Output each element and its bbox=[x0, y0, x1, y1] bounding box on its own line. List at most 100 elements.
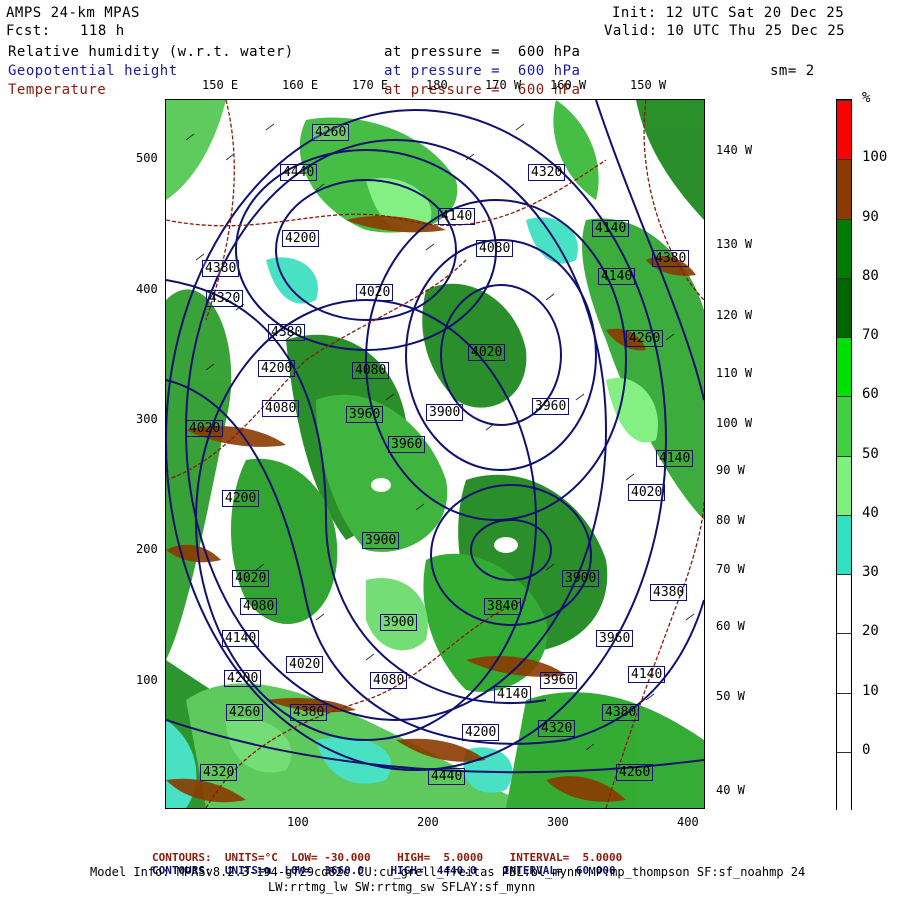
x-tick-label: 100 bbox=[287, 815, 309, 829]
contour-label: 4320 bbox=[206, 290, 244, 307]
colorbar-segment bbox=[837, 100, 851, 160]
y-tick-label: 100 bbox=[136, 673, 158, 687]
right-lon-label: 90 W bbox=[716, 463, 745, 477]
colorbar-segment bbox=[837, 455, 851, 515]
right-lon-label: 130 W bbox=[716, 237, 753, 251]
contour-label: 4380 bbox=[652, 250, 690, 267]
top-lon-label: 150 E bbox=[202, 78, 239, 92]
colorbar-label: 40 bbox=[862, 504, 879, 521]
x-tick-label: 200 bbox=[417, 815, 439, 829]
smoothing-label: sm= 2 bbox=[770, 63, 815, 79]
forecast-hour: 118 h bbox=[80, 23, 125, 39]
contour-label: 4200 bbox=[282, 230, 320, 247]
contour-label: 3900 bbox=[426, 404, 464, 421]
contour-label: 3960 bbox=[540, 672, 578, 689]
contour-label: 3960 bbox=[346, 406, 384, 423]
contour-label: 3960 bbox=[596, 630, 634, 647]
contour-label: 4140 bbox=[628, 666, 666, 683]
colorbar-segment bbox=[837, 337, 851, 397]
contour-label: 4020 bbox=[628, 484, 666, 501]
colorbar-segment bbox=[837, 692, 851, 752]
contour-label: 4380 bbox=[650, 584, 688, 601]
contour-label: 3960 bbox=[532, 398, 570, 415]
init-time: Init: 12 UTC Sat 20 Dec 25 bbox=[612, 5, 845, 21]
colorbar-label: 100 bbox=[862, 149, 888, 166]
contour-label: 4440 bbox=[280, 164, 318, 181]
forecast-label: Fcst: bbox=[6, 23, 51, 39]
top-lon-label: 170 E bbox=[352, 78, 389, 92]
colorbar-label: 90 bbox=[862, 208, 879, 225]
x-tick-label: 300 bbox=[547, 815, 569, 829]
contour-label: 3900 bbox=[362, 532, 400, 549]
contour-label: 4140 bbox=[592, 220, 630, 237]
contour-label: 4080 bbox=[370, 672, 408, 689]
colorbar-segment bbox=[837, 396, 851, 456]
field-name-rh: Relative humidity (w.r.t. water) bbox=[8, 44, 294, 60]
contour-label: 4320 bbox=[528, 164, 566, 181]
contour-label: 4380 bbox=[268, 324, 306, 341]
contour-label: 4200 bbox=[258, 360, 296, 377]
y-tick-label: 200 bbox=[136, 542, 158, 556]
colorbar-label: 60 bbox=[862, 386, 879, 403]
colorbar-segment bbox=[837, 218, 851, 278]
colorbar-label: 50 bbox=[862, 445, 879, 462]
contour-label: 4380 bbox=[602, 704, 640, 721]
valid-time: Valid: 10 UTC Thu 25 Dec 25 bbox=[604, 23, 846, 39]
top-lon-label: 160 E bbox=[282, 78, 319, 92]
colorbar bbox=[836, 99, 852, 811]
contour-label: 4020 bbox=[186, 420, 224, 437]
top-lon-label: 150 W bbox=[630, 78, 667, 92]
contour-label: 4200 bbox=[224, 670, 262, 687]
contour-label: 4260 bbox=[312, 124, 350, 141]
contour-label: 4080 bbox=[476, 240, 514, 257]
colorbar-segment bbox=[837, 159, 851, 219]
colorbar-label: 80 bbox=[862, 267, 879, 284]
colorbar-label: 10 bbox=[862, 682, 879, 699]
colorbar-label: 70 bbox=[862, 327, 879, 343]
contour-label: 4440 bbox=[428, 768, 466, 785]
model-info-line-1: Model Info: MPASv8.2.3-194-gf29cd82c CU:… bbox=[90, 865, 806, 879]
contour-label: 4320 bbox=[200, 764, 238, 781]
colorbar-segment bbox=[837, 633, 851, 693]
y-tick-label: 300 bbox=[136, 412, 158, 426]
right-lon-label: 60 W bbox=[716, 619, 745, 633]
contour-label: 4140 bbox=[656, 450, 694, 467]
right-lon-label: 100 W bbox=[716, 416, 753, 430]
contour-label: 4080 bbox=[262, 400, 300, 417]
contour-label: 3900 bbox=[562, 570, 600, 587]
top-lon-label: 180 bbox=[426, 78, 448, 92]
right-lon-label: 110 W bbox=[716, 366, 753, 380]
top-lon-label: 160 W bbox=[550, 78, 587, 92]
colorbar-unit: % bbox=[862, 90, 871, 106]
contour-label: 4200 bbox=[222, 490, 260, 507]
contour-label: 3960 bbox=[388, 436, 426, 453]
contour-label: 4080 bbox=[240, 598, 278, 615]
contour-label: 4140 bbox=[494, 686, 532, 703]
top-lon-label: 170 W bbox=[485, 78, 522, 92]
colorbar-segment bbox=[837, 574, 851, 634]
model-info-line-2: LW:rrtmg_lw SW:rrtmg_sw SFLAY:sf_mynn bbox=[268, 880, 536, 894]
contour-label: 4140 bbox=[598, 268, 636, 285]
model-title: AMPS 24-km MPAS bbox=[6, 5, 140, 21]
contour-label: 4260 bbox=[626, 330, 664, 347]
field-name-temperature: Temperature bbox=[8, 82, 107, 98]
contour-label: 4020 bbox=[468, 344, 506, 361]
contour-label: 4020 bbox=[356, 284, 394, 301]
right-lon-label: 70 W bbox=[716, 562, 745, 576]
right-lon-label: 120 W bbox=[716, 308, 753, 322]
contour-label: 4020 bbox=[232, 570, 270, 587]
y-tick-label: 400 bbox=[136, 282, 158, 296]
contour-label: 4140 bbox=[438, 208, 476, 225]
colorbar-segment bbox=[837, 514, 851, 574]
weather-map bbox=[165, 99, 705, 809]
contour-label: 3840 bbox=[484, 598, 522, 615]
contour-label: 4380 bbox=[290, 704, 328, 721]
map-plot-area: 4260 4440 4380 4320 4380 4200 4200 4080 … bbox=[165, 99, 705, 809]
right-lon-label: 80 W bbox=[716, 513, 745, 527]
field-name-height: Geopotential height bbox=[8, 63, 178, 79]
field-level-rh: at pressure = 600 hPa bbox=[384, 44, 581, 60]
contour-label: 4080 bbox=[352, 362, 390, 379]
colorbar-segment bbox=[837, 751, 851, 811]
right-lon-label: 50 W bbox=[716, 689, 745, 703]
right-lon-label: 140 W bbox=[716, 143, 753, 157]
